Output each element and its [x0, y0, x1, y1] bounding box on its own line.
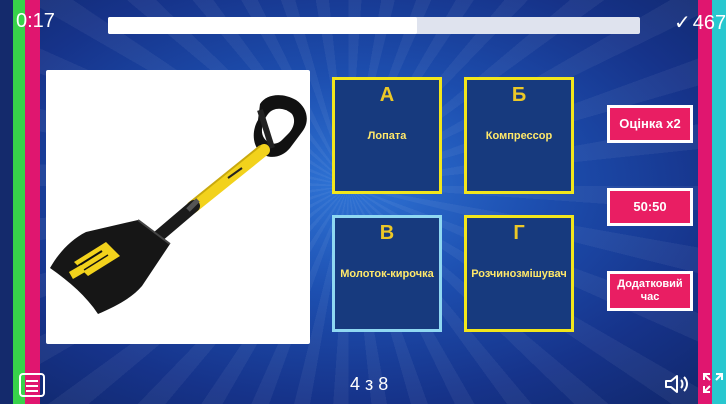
- answer-v[interactable]: В Молоток-кирочка: [332, 215, 442, 332]
- time-progress-bar: [108, 17, 640, 34]
- speaker-icon[interactable]: [664, 374, 690, 394]
- answer-letter: А: [379, 84, 395, 106]
- left-edge-strip: [0, 0, 13, 404]
- score-value: 467: [692, 12, 726, 34]
- hamburger-menu-icon[interactable]: [19, 373, 45, 397]
- answer-label: Компрессор: [485, 130, 553, 142]
- score-display: ✓ 467: [674, 10, 726, 35]
- answer-a[interactable]: А Лопата: [332, 77, 442, 194]
- double-score-button[interactable]: Оцінка x2: [607, 105, 693, 143]
- page-counter: 4 з 8: [350, 374, 389, 394]
- timer: 0:17: [16, 10, 55, 32]
- fifty-fifty-label: 50:50: [633, 199, 667, 215]
- left-green-bar: [13, 0, 25, 404]
- extra-time-button[interactable]: Додатковий час: [607, 271, 693, 311]
- answer-letter: Б: [511, 84, 527, 106]
- question-image: [46, 70, 310, 344]
- answer-label: Розчинозмішувач: [471, 268, 567, 280]
- fullscreen-icon[interactable]: [702, 372, 724, 394]
- answer-label: Молоток-кирочка: [340, 268, 434, 280]
- time-progress-fill: [108, 17, 417, 34]
- right-pink-bar: [698, 0, 712, 404]
- right-cyan-bar: [712, 0, 726, 404]
- fifty-fifty-button[interactable]: 50:50: [607, 188, 693, 226]
- answer-label: Лопата: [367, 130, 407, 142]
- left-pink-bar: [25, 0, 40, 404]
- check-icon: ✓: [674, 12, 691, 34]
- double-score-label: Оцінка x2: [619, 116, 681, 132]
- answer-letter: В: [379, 222, 395, 244]
- shovel-image: [50, 95, 307, 314]
- answer-g[interactable]: Г Розчинозмішувач: [464, 215, 574, 332]
- extra-time-label: Додатковий час: [617, 277, 683, 303]
- answer-b[interactable]: Б Компрессор: [464, 77, 574, 194]
- answer-letter: Г: [513, 222, 525, 244]
